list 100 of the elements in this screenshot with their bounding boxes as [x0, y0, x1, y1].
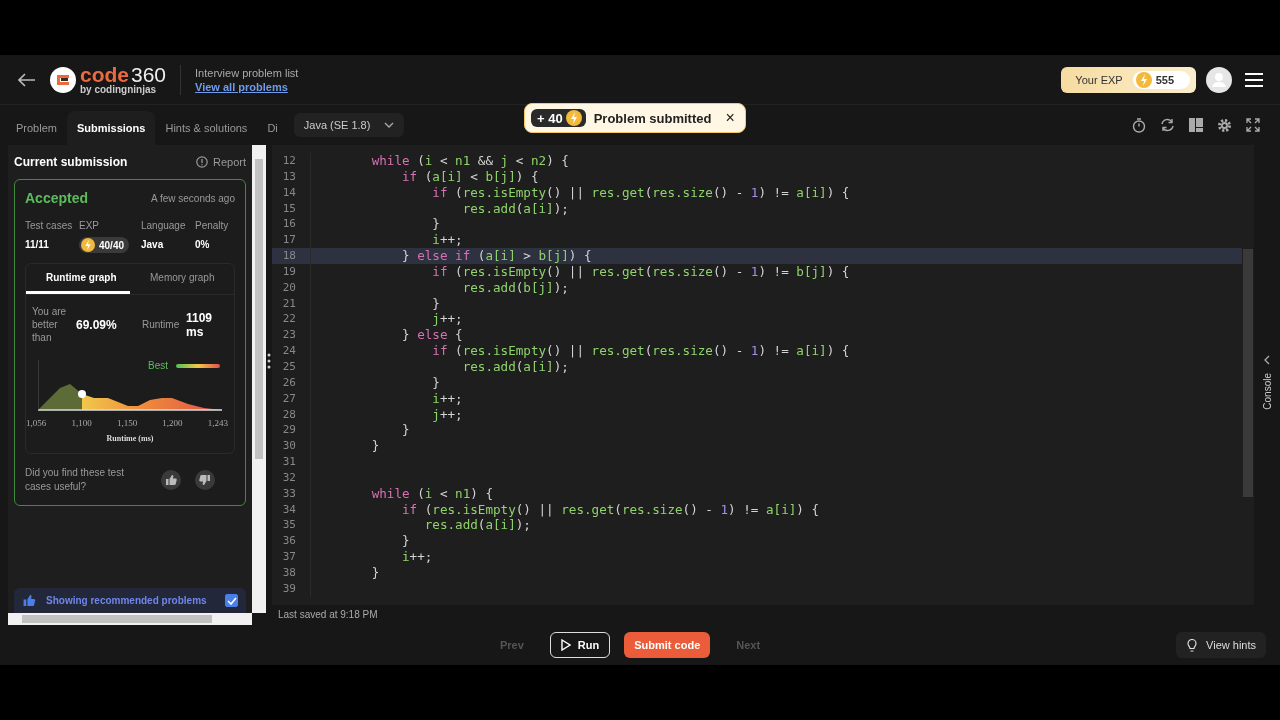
back-arrow-icon[interactable] [18, 72, 36, 87]
code-line: j++; [431, 406, 463, 423]
code-line: i++; [431, 232, 463, 249]
code-line: if (res.isEmpty() || res.get(res.size() - 1) != b[j]) { [431, 263, 850, 280]
code-line: } [370, 564, 380, 581]
tab[interactable]: Di [257, 111, 288, 145]
layout-icon[interactable] [1189, 118, 1203, 132]
brand-wordmark: code360 [80, 64, 167, 85]
line-number: 12 [272, 153, 311, 169]
view-all-problems-link[interactable]: View all problems [195, 80, 299, 93]
better-than-label: You are better than [32, 305, 68, 344]
exp-badge: 40/40 [79, 237, 130, 253]
line-number: 13 [272, 168, 311, 185]
lightning-coin-icon [565, 110, 582, 126]
fullscreen-icon[interactable] [1246, 118, 1260, 132]
runtime-label: Runtime [142, 318, 181, 331]
graph-tab[interactable]: Runtime graph [26, 264, 130, 294]
refresh-icon[interactable] [1160, 118, 1175, 132]
code-line: } else if (a[i] > b[j]) { [401, 248, 592, 264]
chevron-left-icon[interactable] [1264, 355, 1270, 365]
line-number: 34 [272, 501, 311, 518]
line-number: 27 [272, 390, 311, 407]
line-number: 15 [272, 200, 311, 217]
line-number: 23 [272, 327, 311, 344]
tab[interactable]: Hints & solutions [155, 111, 258, 145]
line-number: 35 [272, 517, 311, 534]
code-line: i++; [431, 390, 463, 407]
tab[interactable]: Problem [6, 111, 67, 145]
code-line: while (i < n1 && j < n2) { [370, 153, 569, 169]
axis-tick-label: 1,243 [207, 418, 228, 428]
language-dropdown[interactable]: Java (SE 1.8) [293, 113, 405, 137]
line-number: 37 [272, 549, 311, 565]
exp-pill[interactable]: Your EXP 555 [1061, 66, 1196, 93]
status-text: Accepted [25, 190, 89, 206]
axis-tick-label: 1,200 [162, 418, 183, 428]
run-button[interactable]: Run [549, 632, 611, 658]
thumbs-up-icon [22, 594, 36, 607]
console-tab[interactable]: Console [1261, 373, 1273, 410]
stat-label: Language [141, 220, 187, 231]
code-line: res.add(a[i]); [423, 517, 531, 534]
stat-label: EXP [79, 220, 100, 231]
play-icon [560, 639, 571, 651]
code-line: i++; [401, 549, 433, 565]
points-badge: + 40 [531, 109, 586, 127]
code-line: while (i < n1) { [370, 485, 493, 502]
scrollbar[interactable] [252, 145, 266, 613]
line-number: 14 [272, 184, 311, 201]
timer-icon[interactable] [1132, 117, 1146, 133]
brand-byline: by codingninjas [80, 85, 158, 95]
view-hints-button[interactable]: View hints [1176, 632, 1266, 658]
lightning-coin-icon [1135, 71, 1152, 88]
feedback-question: Did you find these test cases useful? [25, 466, 125, 493]
drag-handle-icon[interactable] [267, 353, 271, 369]
code-line: } else { [401, 327, 463, 344]
code-line: if (a[i] < b[j]) { [401, 168, 539, 185]
report-button[interactable]: Report [195, 156, 246, 168]
panel-title: Current submission [14, 155, 128, 169]
code-line: if (res.isEmpty() || res.get(res.size() - 1) != a[i]) { [401, 501, 820, 518]
problem-list-title: Interview problem list [195, 66, 299, 79]
exp-value: 555 [1132, 70, 1190, 89]
line-number: 39 [272, 580, 311, 597]
line-number: 22 [272, 311, 311, 328]
stat-value: Java [141, 239, 165, 250]
line-number: 25 [272, 358, 311, 375]
avatar-icon[interactable] [1206, 66, 1232, 93]
checkbox[interactable] [225, 594, 238, 607]
line-number: 31 [272, 454, 311, 470]
code-line: res.add(a[i]); [461, 358, 569, 375]
axis-tick-label: 1,056 [26, 418, 47, 428]
lightning-coin-icon [81, 238, 95, 252]
stat-value: 0% [195, 239, 211, 250]
legend-label: Best [148, 360, 168, 371]
ninja-logo-icon [50, 66, 76, 93]
menu-icon[interactable] [1244, 71, 1264, 88]
graph-tab[interactable]: Memory graph [130, 264, 234, 294]
submit-button[interactable]: Submit code [624, 632, 711, 658]
info-icon [195, 156, 208, 168]
line-number: 20 [272, 279, 311, 296]
thumbs-down-button[interactable] [195, 469, 215, 490]
submission-time: A few seconds ago [151, 192, 235, 204]
toast-message: Problem submitted [593, 110, 712, 126]
thumbs-up-icon [165, 473, 177, 486]
close-button[interactable]: × [725, 109, 735, 127]
line-number: 28 [272, 406, 311, 423]
exp-label: Your EXP [1075, 73, 1123, 86]
horizontal-scrollbar[interactable] [8, 613, 252, 625]
code-line: } [401, 533, 410, 550]
code-line: } [431, 295, 440, 312]
percentile-value: 69.09% [76, 317, 118, 332]
line-number: 30 [272, 438, 311, 455]
thumbs-up-button[interactable] [161, 469, 181, 490]
line-number: 33 [272, 485, 311, 502]
tab[interactable]: Submissions [66, 111, 156, 145]
code-line: } [370, 438, 380, 455]
line-number: 26 [272, 374, 311, 391]
last-saved-text: Last saved at 9:18 PM [277, 608, 379, 620]
runtime-value: 1109 ms [186, 310, 214, 339]
settings-icon[interactable] [1217, 117, 1232, 133]
line-number: 32 [272, 469, 311, 486]
code-line: } [431, 216, 440, 233]
